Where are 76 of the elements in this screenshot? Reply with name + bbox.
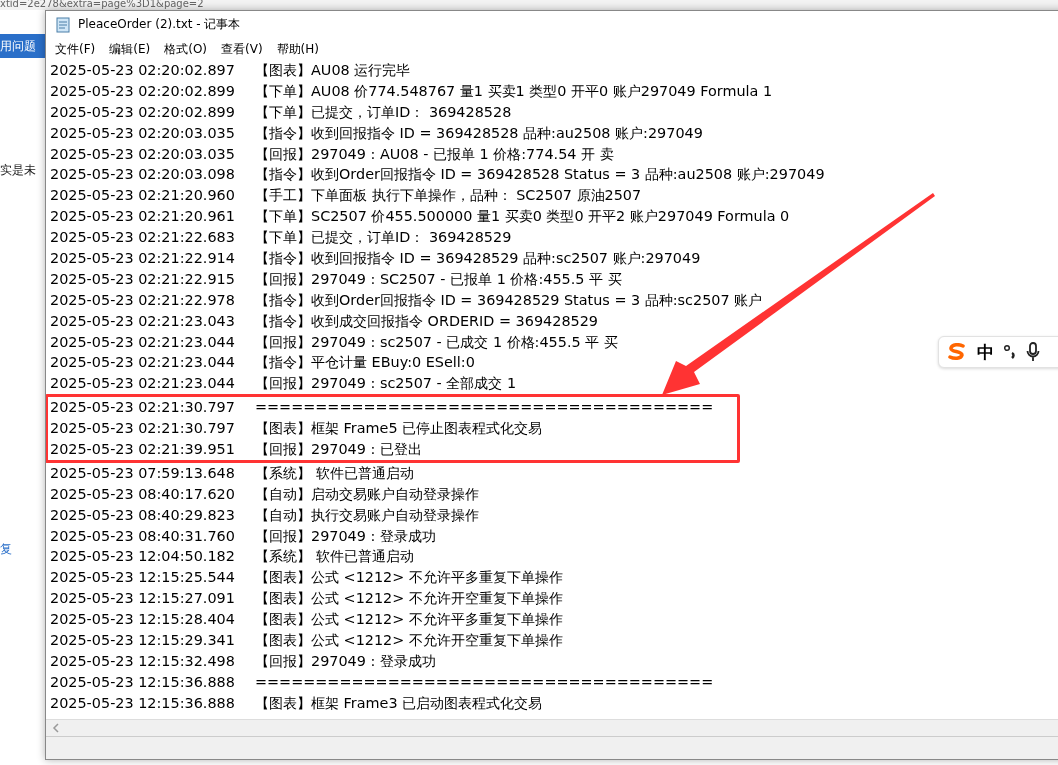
log-timestamp: 2025-05-23 02:20:03.035 bbox=[50, 123, 236, 143]
log-timestamp: 2025-05-23 02:21:23.044 bbox=[50, 374, 236, 394]
page-text: 实是未 bbox=[0, 162, 37, 179]
window-title: PleaceOrder (2).txt - 记事本 bbox=[78, 16, 241, 33]
log-message: 【回报】297049 : 已登出 bbox=[255, 440, 422, 460]
log-timestamp: 2025-05-23 02:21:39.951 bbox=[50, 440, 236, 460]
log-message: 【指令】收到成交回报指令 ORDERID = 369428529 bbox=[255, 311, 598, 331]
log-timestamp: 2025-05-23 02:21:22.915 bbox=[50, 269, 236, 289]
log-timestamp: 2025-05-23 12:15:28.404 bbox=[50, 610, 236, 630]
log-message: ====================================== bbox=[255, 398, 714, 418]
log-message: 【指令】收到Order回报指令 ID = 369428529 Status = 3 品种:sc2507 账户 bbox=[255, 290, 763, 310]
log-message: 【图表】框架 Frame5 已停止图表程式化交易 bbox=[255, 419, 543, 439]
log-message: 【下单】SC2507 价455.500000 量1 买卖0 类型0 开平2 账户297049 Formula 0 bbox=[255, 207, 790, 227]
log-message: 【下单】AU08 价774.548767 量1 买卖1 类型0 开平0 账户297049 Formula 1 bbox=[255, 81, 773, 101]
log-timestamp: 2025-05-23 12:15:36.888 bbox=[50, 693, 236, 713]
log-timestamp: 2025-05-23 12:15:29.341 bbox=[50, 631, 236, 651]
punctuation-icon[interactable] bbox=[1004, 344, 1016, 360]
log-timestamp: 2025-05-23 08:40:29.823 bbox=[50, 505, 236, 525]
log-message: 【回报】297049 : 登录成功 bbox=[255, 651, 436, 671]
log-message: ====================================== bbox=[255, 672, 714, 692]
log-timestamp: 2025-05-23 02:20:02.897 bbox=[50, 61, 236, 80]
log-timestamp: 2025-05-23 02:21:20.961 bbox=[50, 207, 236, 227]
notepad-icon bbox=[56, 16, 70, 33]
log-timestamp: 2025-05-23 02:20:02.899 bbox=[50, 81, 236, 101]
log-timestamp: 2025-05-23 02:20:03.098 bbox=[50, 165, 236, 185]
log-message: 【图表】AU08 运行完毕 bbox=[255, 61, 411, 80]
log-timestamp: 2025-05-23 02:20:02.899 bbox=[50, 102, 236, 122]
url-text: xtid=2e278&extra=page%3D1&page=2 bbox=[0, 0, 204, 10]
log-timestamp: 2025-05-23 02:21:20.960 bbox=[50, 186, 236, 206]
log-message: 【自动】启动交易账户自动登录操作 bbox=[255, 484, 479, 504]
log-message: 【系统】 软件已普通启动 bbox=[255, 463, 414, 483]
log-message: 【系统】 软件已普通启动 bbox=[255, 547, 414, 567]
menu-item[interactable]: 查看(V) bbox=[214, 40, 270, 58]
log-message: 【手工】下单面板 执行下单操作，品种： SC2507 原油2507 bbox=[255, 186, 642, 206]
log-message: 【指令】收到回报指令 ID = 369428529 品种:sc2507 账户:297049 bbox=[255, 249, 701, 268]
menu-item[interactable]: 格式(O) bbox=[157, 40, 215, 58]
log-message: 【图表】公式 <1212> 不允许平多重复下单操作 bbox=[255, 568, 563, 588]
log-timestamp: 2025-05-23 02:21:23.043 bbox=[50, 311, 236, 331]
log-message: 【图表】框架 Frame3 已启动图表程式化交易 bbox=[255, 693, 543, 713]
log-timestamp: 2025-05-23 08:40:31.760 bbox=[50, 526, 236, 546]
ime-mode[interactable]: 中 bbox=[977, 340, 994, 364]
log-timestamp: 2025-05-23 12:15:36.888 bbox=[50, 672, 236, 692]
log-timestamp: 2025-05-23 12:04:50.182 bbox=[50, 547, 236, 567]
log-timestamp: 2025-05-23 02:21:22.683 bbox=[50, 228, 236, 248]
log-timestamp: 2025-05-23 12:15:25.544 bbox=[50, 568, 236, 588]
log-message: 【自动】执行交易账户自动登录操作 bbox=[255, 505, 479, 525]
log-timestamp: 2025-05-23 12:15:32.498 bbox=[50, 651, 236, 671]
log-timestamp: 2025-05-23 02:21:22.914 bbox=[50, 249, 236, 268]
link-text[interactable]: 复 bbox=[0, 541, 45, 558]
log-timestamp: 2025-05-23 02:21:30.797 bbox=[50, 419, 236, 439]
log-timestamp: 2025-05-23 12:15:27.091 bbox=[50, 589, 236, 609]
log-timestamp: 2025-05-23 02:20:03.035 bbox=[50, 144, 236, 164]
log-timestamp: 2025-05-23 02:21:23.044 bbox=[50, 353, 236, 373]
log-message: 【图表】公式 <1212> 不允许平多重复下单操作 bbox=[255, 610, 563, 630]
log-message: 【回报】297049 : 登录成功 bbox=[255, 526, 436, 546]
menu-item[interactable]: 编辑(E) bbox=[102, 40, 158, 58]
menu-item[interactable]: 帮助(H) bbox=[269, 40, 326, 58]
log-message: 【指令】收到Order回报指令 ID = 369428528 Status = 3 品种:au2508 账户:297049 bbox=[255, 165, 825, 185]
sogou-logo-icon[interactable] bbox=[947, 343, 967, 361]
log-timestamp: 2025-05-23 08:40:17.620 bbox=[50, 484, 236, 504]
log-timestamp: 2025-05-23 02:21:22.978 bbox=[50, 290, 236, 310]
log-message: 【回报】297049 : AU08 - 已报单 1 价格:774.54 开 卖 bbox=[255, 144, 614, 164]
microphone-icon[interactable] bbox=[1026, 342, 1040, 362]
log-message: 【下单】已提交，订单ID： 369428528 bbox=[255, 102, 512, 122]
log-message: 【图表】公式 <1212> 不允许开空重复下单操作 bbox=[255, 589, 563, 609]
log-message: 【指令】平仓计量 EBuy:0 ESell:0 bbox=[255, 353, 475, 373]
log-timestamp: 2025-05-23 07:59:13.648 bbox=[50, 463, 236, 483]
log-message: 【下单】已提交，订单ID： 369428529 bbox=[255, 228, 512, 248]
log-message: 【图表】公式 <1212> 不允许开空重复下单操作 bbox=[255, 631, 563, 651]
log-message: 【回报】297049 : sc2507 - 全部成交 1 bbox=[255, 374, 517, 394]
menu-item[interactable]: 文件(F) bbox=[48, 40, 103, 58]
log-message: 【回报】297049 : SC2507 - 已报单 1 价格:455.5 平 买 bbox=[255, 269, 622, 289]
log-message: 【指令】收到回报指令 ID = 369428528 品种:au2508 账户:297049 bbox=[255, 123, 703, 143]
log-timestamp: 2025-05-23 02:21:30.797 bbox=[50, 398, 236, 418]
log-message: 【回报】297049 : sc2507 - 已成交 1 价格:455.5 平 买 bbox=[255, 332, 618, 352]
log-timestamp: 2025-05-23 02:21:23.044 bbox=[50, 332, 236, 352]
